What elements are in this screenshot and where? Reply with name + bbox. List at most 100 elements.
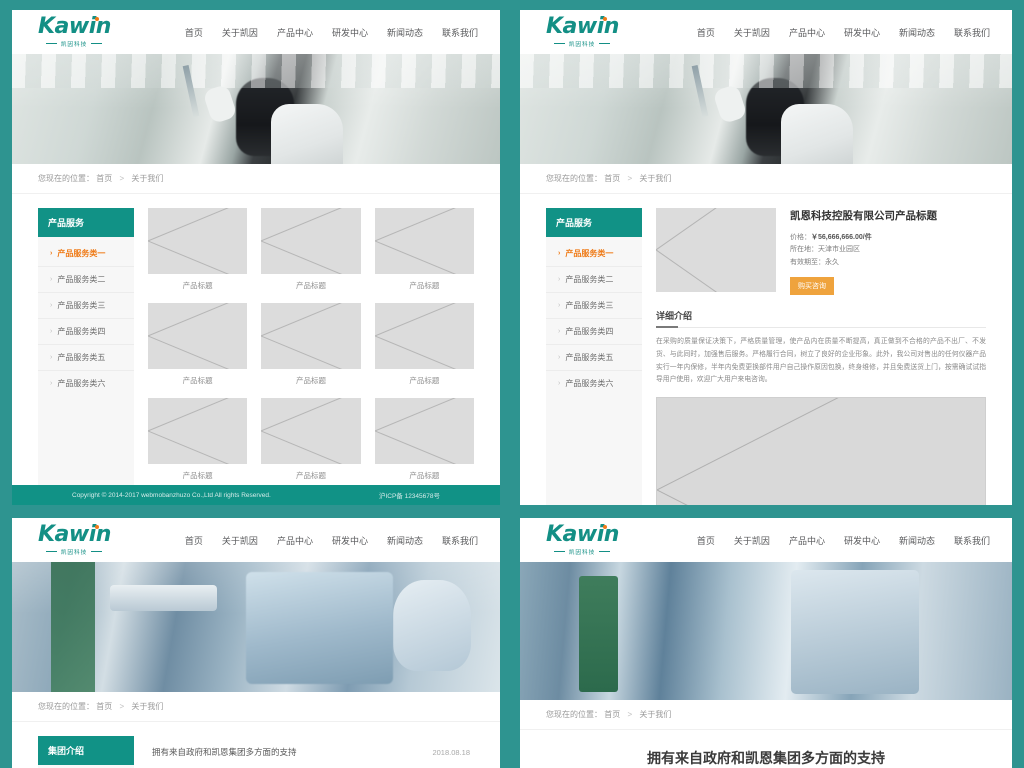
product-title: 产品标题 xyxy=(409,376,440,385)
site-header: Kawin 凯因科技 首页 关于凯因 产品中心 研发中心 新闻动态 联系我们 xyxy=(520,518,1012,562)
product-title: 产品标题 xyxy=(295,376,326,385)
sidebar-item-service-3[interactable]: › 产品服务类三 xyxy=(546,293,642,319)
product-main-image-placeholder[interactable] xyxy=(656,208,776,292)
sidebar-product-services: 产品服务 › 产品服务类一 › 产品服务类二 › 产品服务类三 › 产品服务类四… xyxy=(546,208,642,505)
sidebar-item-service-5[interactable]: › 产品服务类五 xyxy=(38,345,134,371)
logo-wordmark: Kawin xyxy=(38,522,111,547)
nav-item-news[interactable]: 新闻动态 xyxy=(899,26,935,39)
site-logo[interactable]: Kawin 凯因科技 xyxy=(38,524,111,556)
nav-item-home[interactable]: 首页 xyxy=(697,534,715,547)
logo-rule-right xyxy=(599,43,611,44)
breadcrumb-home[interactable]: 首页 xyxy=(96,174,112,183)
nav-item-products[interactable]: 产品中心 xyxy=(789,26,825,39)
chevron-right-icon: › xyxy=(558,250,561,257)
sidebar-item-service-1[interactable]: › 产品服务类一 xyxy=(546,241,642,267)
sidebar-item-service-3[interactable]: › 产品服务类三 xyxy=(38,293,134,319)
panel-product-list: Kawin 凯因科技 首页 关于凯因 产品中心 研发中心 新闻动态 联系我们 您… xyxy=(12,10,500,505)
product-image-placeholder xyxy=(374,208,474,274)
chevron-right-icon: › xyxy=(50,328,53,335)
sidebar-item-label: 产品服务类一 xyxy=(57,249,106,258)
nav-item-about[interactable]: 关于凯因 xyxy=(222,26,258,39)
product-card[interactable]: 产品标题 xyxy=(374,303,474,386)
product-image-placeholder xyxy=(148,208,248,274)
product-card[interactable]: 产品标题 xyxy=(374,208,474,291)
nav-item-rnd[interactable]: 研发中心 xyxy=(332,534,368,547)
breadcrumb-prefix: 您现在的位置： xyxy=(38,702,94,711)
nav-item-about[interactable]: 关于凯因 xyxy=(734,26,770,39)
product-image-placeholder xyxy=(374,398,474,464)
site-logo[interactable]: Kawin 凯因科技 xyxy=(38,16,111,48)
chevron-right-icon: › xyxy=(50,302,53,309)
hero-ceiling-lights xyxy=(12,54,500,88)
breadcrumb-prefix: 您现在的位置： xyxy=(546,710,602,719)
product-title: 产品标题 xyxy=(295,471,326,480)
breadcrumb-home[interactable]: 首页 xyxy=(604,174,620,183)
breadcrumb-home[interactable]: 首页 xyxy=(604,710,620,719)
page-content: 产品服务 › 产品服务类一 › 产品服务类二 › 产品服务类三 › 产品服务类四… xyxy=(12,194,500,505)
nav-item-products[interactable]: 产品中心 xyxy=(277,534,313,547)
article-body-wrapper: 拥有来自政府和凯恩集团多方面的支持 2016年11月2日 来源：网络 凯恩科技控… xyxy=(520,748,1012,768)
product-card[interactable]: 产品标题 xyxy=(148,208,248,291)
nav-item-contact[interactable]: 联系我们 xyxy=(442,534,478,547)
nav-item-contact[interactable]: 联系我们 xyxy=(954,26,990,39)
sidebar-item-service-6[interactable]: › 产品服务类六 xyxy=(546,371,642,396)
sidebar-item-label: 产品服务类二 xyxy=(57,275,106,284)
hero-ceiling-lights xyxy=(520,54,1012,88)
product-location-row: 所在地：天津市业园区 xyxy=(790,244,986,256)
sidebar-item-service-2[interactable]: › 产品服务类二 xyxy=(546,267,642,293)
site-logo[interactable]: Kawin 凯因科技 xyxy=(546,524,619,556)
news-list-item[interactable]: 拥有来自政府和凯恩集团多方面的支持 2018.08.18 xyxy=(148,736,474,768)
sidebar-item-service-5[interactable]: › 产品服务类五 xyxy=(546,345,642,371)
chevron-right-icon: › xyxy=(50,354,53,361)
nav-item-contact[interactable]: 联系我们 xyxy=(442,26,478,39)
product-card[interactable]: 产品标题 xyxy=(148,398,248,481)
sidebar-item-label: 产品服务类四 xyxy=(565,327,614,336)
nav-item-products[interactable]: 产品中心 xyxy=(789,534,825,547)
logo-wordmark: Kawin xyxy=(38,14,111,39)
sidebar-item-service-6[interactable]: › 产品服务类六 xyxy=(38,371,134,396)
nav-item-about[interactable]: 关于凯因 xyxy=(222,534,258,547)
product-card[interactable]: 产品标题 xyxy=(261,398,361,481)
product-card[interactable]: 产品标题 xyxy=(261,208,361,291)
sidebar-item-service-4[interactable]: › 产品服务类四 xyxy=(38,319,134,345)
product-card[interactable]: 产品标题 xyxy=(148,303,248,386)
product-summary: 凯恩科技控股有限公司产品标题 价格：￥56,666,666.00/件 所在地：天… xyxy=(656,208,986,295)
nav-item-news[interactable]: 新闻动态 xyxy=(387,26,423,39)
product-title: 产品标题 xyxy=(182,281,213,290)
buy-inquiry-button[interactable]: 购买咨询 xyxy=(790,276,834,295)
nav-item-news[interactable]: 新闻动态 xyxy=(899,534,935,547)
logo-chinese-name: 凯因科技 xyxy=(61,42,88,48)
nav-item-rnd[interactable]: 研发中心 xyxy=(844,534,880,547)
sidebar-item-service-1[interactable]: › 产品服务类一 xyxy=(38,241,134,267)
nav-item-home[interactable]: 首页 xyxy=(697,26,715,39)
breadcrumb-current[interactable]: 关于我们 xyxy=(639,174,671,183)
hero-banner-lab xyxy=(12,54,500,164)
breadcrumb-current[interactable]: 关于我们 xyxy=(131,174,163,183)
main-nav: 首页 关于凯因 产品中心 研发中心 新闻动态 联系我们 xyxy=(697,534,990,547)
nav-item-home[interactable]: 首页 xyxy=(185,534,203,547)
product-card[interactable]: 产品标题 xyxy=(374,398,474,481)
breadcrumb-current[interactable]: 关于我们 xyxy=(639,710,671,719)
site-header: Kawin 凯因科技 首页 关于凯因 产品中心 研发中心 新闻动态 联系我们 xyxy=(12,10,500,54)
sidebar-item-service-2[interactable]: › 产品服务类二 xyxy=(38,267,134,293)
breadcrumb-home[interactable]: 首页 xyxy=(96,702,112,711)
nav-item-home[interactable]: 首页 xyxy=(185,26,203,39)
logo-accent-dot xyxy=(602,525,607,529)
page-content: 集团介绍 › 关于凯因 › 领导讲话 拥有来自政府和凯恩集团多方面的支持 201… xyxy=(12,722,500,768)
site-logo[interactable]: Kawin 凯因科技 xyxy=(546,16,619,48)
sidebar-item-service-4[interactable]: › 产品服务类四 xyxy=(546,319,642,345)
hero-banner-factory xyxy=(12,562,500,692)
nav-item-contact[interactable]: 联系我们 xyxy=(954,534,990,547)
chevron-right-icon: › xyxy=(558,276,561,283)
nav-item-products[interactable]: 产品中心 xyxy=(277,26,313,39)
product-card[interactable]: 产品标题 xyxy=(261,303,361,386)
news-item-title: 拥有来自政府和凯恩集团多方面的支持 xyxy=(152,747,297,757)
nav-item-rnd[interactable]: 研发中心 xyxy=(844,26,880,39)
chevron-right-icon: › xyxy=(558,380,561,387)
breadcrumb-current[interactable]: 关于我们 xyxy=(131,702,163,711)
nav-item-rnd[interactable]: 研发中心 xyxy=(332,26,368,39)
nav-item-about[interactable]: 关于凯因 xyxy=(734,534,770,547)
sidebar-title: 集团介绍 xyxy=(38,736,134,765)
product-location-value: 天津市业园区 xyxy=(818,246,860,254)
nav-item-news[interactable]: 新闻动态 xyxy=(387,534,423,547)
